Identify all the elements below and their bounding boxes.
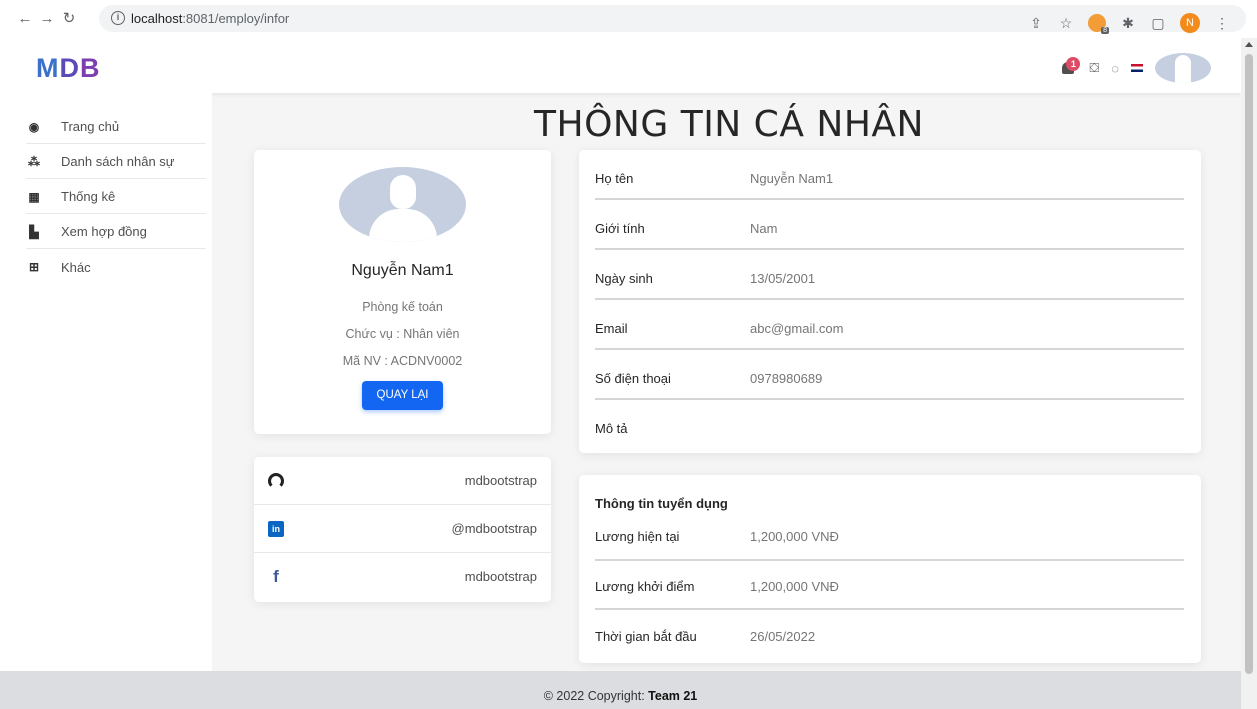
back-button[interactable]: QUAY LẠI <box>362 381 443 410</box>
reload-icon[interactable]: ↻ <box>58 9 80 29</box>
browser-profile-avatar[interactable]: N <box>1180 13 1200 33</box>
grid-icon: ⊞ <box>28 260 40 274</box>
forward-arrow-icon[interactable]: → <box>36 9 58 29</box>
calendar-icon: ▦ <box>28 189 40 204</box>
info-label: Số điện thoại <box>595 371 671 386</box>
profile-position: Chức vụ : Nhân viên <box>345 327 460 341</box>
rec-value: 26/05/2022 <box>750 629 816 644</box>
user-avatar[interactable] <box>1155 53 1211 83</box>
linkedin-icon: in <box>268 521 284 537</box>
navbar-actions: 1 ⛋ ◌ <box>1061 53 1211 83</box>
rec-value: 1,200,000 VNĐ <box>750 579 839 594</box>
extension-icon[interactable]: 8 <box>1088 14 1109 34</box>
info-label: Họ tên <box>595 171 634 186</box>
url-host: localhost <box>131 11 183 26</box>
scrollbar-thumb[interactable] <box>1245 54 1253 674</box>
sidebar: ◉ Trang chủ ⁂ Danh sách nhân sự ▦ Thống … <box>0 93 212 671</box>
rec-label: Thời gian bắt đầu <box>595 629 697 644</box>
info-value: abc@gmail.com <box>750 321 844 336</box>
browser-actions: ⇪ ☆ 8 ✱ ▢ N ⋮ <box>1028 13 1230 34</box>
recruitment-title: Thông tin tuyển dụng <box>595 496 728 511</box>
uk-flag-icon[interactable] <box>1131 64 1143 72</box>
profile-name: Nguyễn Nam1 <box>351 262 454 279</box>
info-value: 13/05/2001 <box>750 271 816 286</box>
sidebar-item-label: Danh sách nhân sự <box>61 154 175 169</box>
rec-label: Lương khởi điểm <box>595 579 695 594</box>
rec-row-current-salary: Lương hiện tại 1,200,000 VNĐ <box>595 523 1184 561</box>
address-bar[interactable]: i localhost:8081/employ/infor ⇪ ☆ 8 ✱ ▢ … <box>99 5 1246 34</box>
share-icon[interactable]: ⇪ <box>1028 15 1044 32</box>
github-nav-icon[interactable]: ◌ <box>1111 61 1119 76</box>
footer-copyright: © 2022 Copyright: <box>543 689 649 703</box>
top-navbar: MDB 1 ⛋ ◌ <box>0 50 1241 93</box>
notification-badge: 1 <box>1066 57 1081 71</box>
sidebar-item-contracts[interactable]: ▙ Xem hợp đồng <box>26 215 206 249</box>
users-icon: ⁂ <box>28 154 40 169</box>
social-row-facebook[interactable]: f mdbootstrap <box>254 553 551 601</box>
sidebar-item-other[interactable]: ⊞ Khác <box>26 250 206 284</box>
paint-bucket-icon[interactable]: ⛋ <box>1089 60 1099 76</box>
social-text: mdbootstrap <box>464 473 537 488</box>
profile-card: Nguyễn Nam1 Phòng kế toán Chức vụ : Nhân… <box>254 150 551 434</box>
profile-employee-id: Mã NV : ACDNV0002 <box>342 354 463 368</box>
back-arrow-icon[interactable]: ← <box>14 9 36 29</box>
info-row-phone: Số điện thoại 0978980689 <box>595 350 1184 400</box>
info-row-email: Email abc@gmail.com <box>595 300 1184 350</box>
sidebar-item-label: Khác <box>61 259 91 275</box>
puzzle-icon[interactable]: ✱ <box>1120 15 1136 32</box>
scroll-up-icon[interactable] <box>1245 42 1253 47</box>
social-links-card: mdbootstrap in @mdbootstrap f mdbootstra… <box>254 457 551 602</box>
sidebar-item-label: Xem hợp đồng <box>61 224 147 239</box>
url-text[interactable]: localhost:8081/employ/infor <box>131 11 289 26</box>
brand-logo[interactable]: MDB <box>36 53 101 84</box>
info-label: Giới tính <box>595 221 645 236</box>
rec-label: Lương hiện tại <box>595 529 680 544</box>
rec-row-starting-salary: Lương khởi điểm 1,200,000 VNĐ <box>595 561 1184 610</box>
file-icon: ▙ <box>29 224 39 239</box>
info-row-name: Họ tên Nguyễn Nam1 <box>595 150 1184 200</box>
info-row-gender: Giới tính Nam <box>595 200 1184 250</box>
recruitment-info-card: Thông tin tuyển dụng Lương hiện tại 1,20… <box>579 475 1201 663</box>
info-label: Mô tả <box>595 421 628 436</box>
facebook-icon: f <box>273 567 279 586</box>
github-icon <box>268 473 284 489</box>
page-title: THÔNG TIN CÁ NHÂN <box>534 104 924 145</box>
info-row-description: Mô tả <box>595 400 1184 450</box>
notification-bell-icon[interactable]: 1 <box>1061 57 1081 77</box>
info-row-birthdate: Ngày sinh 13/05/2001 <box>595 250 1184 300</box>
info-value: Nam <box>750 221 778 236</box>
page-scrollbar[interactable] <box>1241 38 1257 709</box>
footer: © 2022 Copyright: Team 21 <box>0 671 1241 709</box>
social-row-linkedin[interactable]: in @mdbootstrap <box>254 505 551 553</box>
info-label: Email <box>595 321 628 336</box>
social-text: mdbootstrap <box>464 569 537 584</box>
social-text: @mdbootstrap <box>451 521 537 536</box>
profile-photo <box>339 167 466 242</box>
sidebar-item-staff-list[interactable]: ⁂ Danh sách nhân sự <box>26 145 206 179</box>
info-value: Nguyễn Nam1 <box>750 171 834 186</box>
browser-nav-buttons: ← → ↻ <box>14 9 80 29</box>
profile-department: Phòng kế toán <box>362 300 443 314</box>
footer-team: Team 21 <box>648 689 698 703</box>
personal-info-card: Họ tên Nguyễn Nam1 Giới tính Nam Ngày si… <box>579 150 1201 453</box>
info-label: Ngày sinh <box>595 271 653 286</box>
sidepanel-icon[interactable]: ▢ <box>1150 15 1166 32</box>
info-value: 0978980689 <box>750 371 823 386</box>
browser-toolbar: ← → ↻ i localhost:8081/employ/infor ⇪ ☆ … <box>0 0 1257 50</box>
sidebar-item-label: Thống kê <box>61 189 116 204</box>
sidebar-item-statistics[interactable]: ▦ Thống kê <box>26 180 206 214</box>
url-path: :8081/employ/infor <box>182 11 290 26</box>
star-icon[interactable]: ☆ <box>1058 15 1074 32</box>
social-row-github[interactable]: mdbootstrap <box>254 457 551 505</box>
browser-menu-icon[interactable]: ⋮ <box>1214 15 1230 32</box>
rec-row-start-date: Thời gian bắt đầu 26/05/2022 <box>595 610 1184 660</box>
info-icon[interactable]: i <box>111 11 125 25</box>
rec-value: 1,200,000 VNĐ <box>750 529 839 544</box>
